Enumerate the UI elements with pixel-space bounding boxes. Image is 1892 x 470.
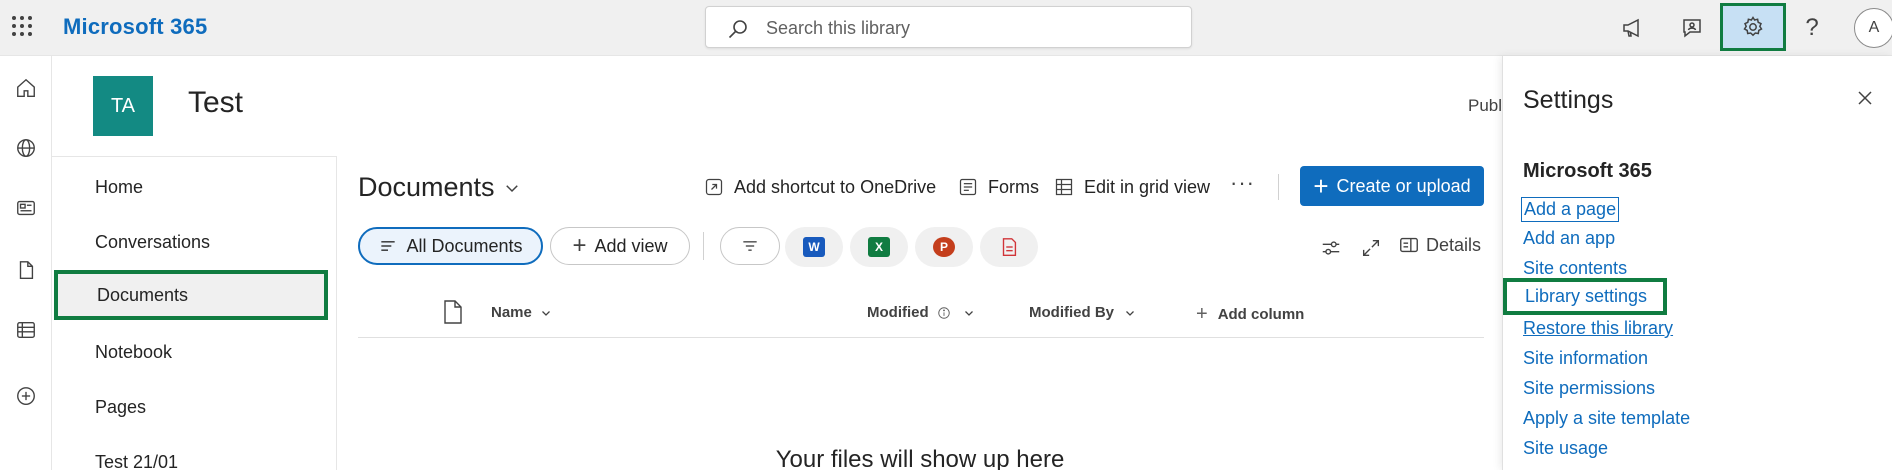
chevron-down-icon bbox=[964, 310, 973, 316]
document-icon[interactable] bbox=[10, 254, 42, 286]
list-icon[interactable] bbox=[10, 314, 42, 346]
more-options-icon[interactable]: ··· bbox=[1230, 170, 1255, 196]
info-icon[interactable] bbox=[937, 306, 951, 320]
link-add-an-app[interactable]: Add an app bbox=[1523, 228, 1615, 249]
add-shortcut-button[interactable]: Add shortcut to OneDrive bbox=[704, 172, 936, 202]
details-button[interactable]: Details bbox=[1398, 234, 1481, 256]
add-view-label: Add view bbox=[594, 235, 668, 256]
plus-icon: + bbox=[1196, 303, 1208, 325]
search-box[interactable] bbox=[705, 6, 1192, 48]
settings-panel-title: Settings bbox=[1523, 86, 1614, 114]
globe-icon[interactable] bbox=[10, 132, 42, 164]
gear-icon bbox=[1743, 16, 1763, 37]
site-title[interactable]: Test bbox=[188, 86, 243, 120]
chevron-down-icon bbox=[541, 310, 550, 316]
brand-title[interactable]: Microsoft 365 bbox=[63, 14, 207, 40]
view-all-documents[interactable]: All Documents bbox=[358, 227, 543, 265]
details-pane-icon bbox=[1400, 237, 1418, 253]
filter-icon bbox=[743, 241, 757, 251]
shortcut-icon bbox=[705, 178, 723, 196]
nav-item-test-2101[interactable]: Test 21/01 bbox=[52, 437, 337, 470]
column-modified-label: Modified bbox=[867, 304, 929, 321]
filter-pdf-button[interactable] bbox=[980, 227, 1038, 267]
app-launcher-icon[interactable] bbox=[10, 14, 34, 38]
plus-icon: + bbox=[1313, 171, 1329, 201]
column-modified-by[interactable]: Modified By bbox=[1029, 304, 1136, 321]
link-site-contents[interactable]: Site contents bbox=[1523, 258, 1627, 279]
filter-button[interactable] bbox=[720, 227, 780, 265]
create-or-upload-button[interactable]: + Create or upload bbox=[1300, 166, 1484, 206]
link-add-a-page[interactable]: Add a page bbox=[1521, 197, 1620, 222]
word-icon: W bbox=[803, 237, 825, 257]
link-site-usage[interactable]: Site usage bbox=[1523, 438, 1608, 459]
powerpoint-icon: P bbox=[933, 237, 955, 257]
column-header-row: Name Modified Modified By + Add column bbox=[358, 294, 1484, 338]
link-restore-this-library[interactable]: Restore this library bbox=[1523, 318, 1673, 339]
add-view-button[interactable]: + Add view bbox=[550, 227, 690, 265]
filter-powerpoint-button[interactable]: P bbox=[915, 227, 973, 267]
app-rail bbox=[0, 56, 52, 470]
library-title[interactable]: Documents bbox=[358, 172, 521, 203]
chevron-down-icon bbox=[505, 184, 518, 192]
all-documents-label: All Documents bbox=[406, 235, 523, 256]
link-library-settings[interactable]: Library settings bbox=[1503, 278, 1668, 315]
search-icon bbox=[728, 20, 747, 39]
empty-state-message: Your files will show up here bbox=[775, 446, 1065, 470]
edit-grid-view-button[interactable]: Edit in grid view bbox=[1054, 172, 1210, 202]
home-icon[interactable] bbox=[10, 72, 42, 104]
close-icon[interactable] bbox=[1851, 84, 1879, 112]
link-apply-site-template[interactable]: Apply a site template bbox=[1523, 408, 1690, 429]
link-site-permissions[interactable]: Site permissions bbox=[1523, 378, 1655, 399]
nav-item-notebook[interactable]: Notebook bbox=[52, 327, 337, 377]
top-bar: Microsoft 365 ? A bbox=[0, 0, 1892, 56]
command-divider bbox=[1278, 174, 1279, 200]
grid-icon bbox=[1055, 178, 1073, 196]
library-title-text: Documents bbox=[358, 172, 495, 202]
filter-excel-button[interactable]: X bbox=[850, 227, 908, 267]
plus-icon: + bbox=[572, 232, 587, 259]
filter-word-button[interactable]: W bbox=[785, 227, 843, 267]
nav-item-documents[interactable]: Documents bbox=[54, 270, 328, 320]
feedback-icon[interactable] bbox=[1672, 8, 1712, 48]
nav-item-home[interactable]: Home bbox=[52, 162, 337, 212]
edit-grid-view-label: Edit in grid view bbox=[1084, 176, 1211, 197]
details-label: Details bbox=[1426, 234, 1482, 255]
settings-button[interactable] bbox=[1720, 3, 1786, 51]
megaphone-icon[interactable] bbox=[1612, 8, 1652, 48]
forms-icon bbox=[959, 178, 977, 196]
add-column-button[interactable]: + Add column bbox=[1196, 304, 1304, 324]
view-settings-icon[interactable] bbox=[1320, 234, 1342, 262]
expand-icon[interactable] bbox=[1360, 234, 1382, 262]
link-site-information[interactable]: Site information bbox=[1523, 348, 1648, 369]
column-modified-by-label: Modified By bbox=[1029, 304, 1114, 321]
forms-label: Forms bbox=[988, 176, 1039, 197]
list-lines-icon bbox=[381, 241, 396, 251]
create-or-upload-label: Create or upload bbox=[1336, 175, 1471, 196]
add-shortcut-label: Add shortcut to OneDrive bbox=[734, 176, 937, 197]
add-column-label: Add column bbox=[1217, 305, 1305, 323]
filter-divider bbox=[703, 232, 704, 260]
column-name[interactable]: Name bbox=[491, 304, 552, 321]
settings-panel: Settings Microsoft 365 Add a page Add an… bbox=[1502, 56, 1892, 470]
settings-section-heading: Microsoft 365 bbox=[1523, 160, 1652, 182]
pdf-icon bbox=[1002, 238, 1017, 256]
excel-icon: X bbox=[868, 237, 890, 257]
chevron-down-icon bbox=[1126, 310, 1134, 316]
site-navigation: Home Conversations Documents Notebook Pa… bbox=[52, 156, 337, 470]
nav-item-conversations[interactable]: Conversations bbox=[52, 217, 337, 267]
nav-item-pages[interactable]: Pages bbox=[52, 382, 337, 432]
file-type-icon[interactable] bbox=[443, 300, 463, 324]
site-visibility-label: Publ bbox=[1468, 96, 1503, 115]
help-icon[interactable]: ? bbox=[1792, 8, 1832, 48]
add-circle-icon[interactable] bbox=[10, 380, 42, 412]
avatar[interactable]: A bbox=[1854, 8, 1892, 48]
forms-button[interactable]: Forms bbox=[958, 172, 1039, 202]
site-logo[interactable]: TA bbox=[93, 76, 153, 136]
news-icon[interactable] bbox=[10, 192, 42, 224]
search-input[interactable] bbox=[766, 15, 1166, 41]
column-modified[interactable]: Modified bbox=[867, 304, 975, 321]
column-name-label: Name bbox=[491, 304, 532, 321]
